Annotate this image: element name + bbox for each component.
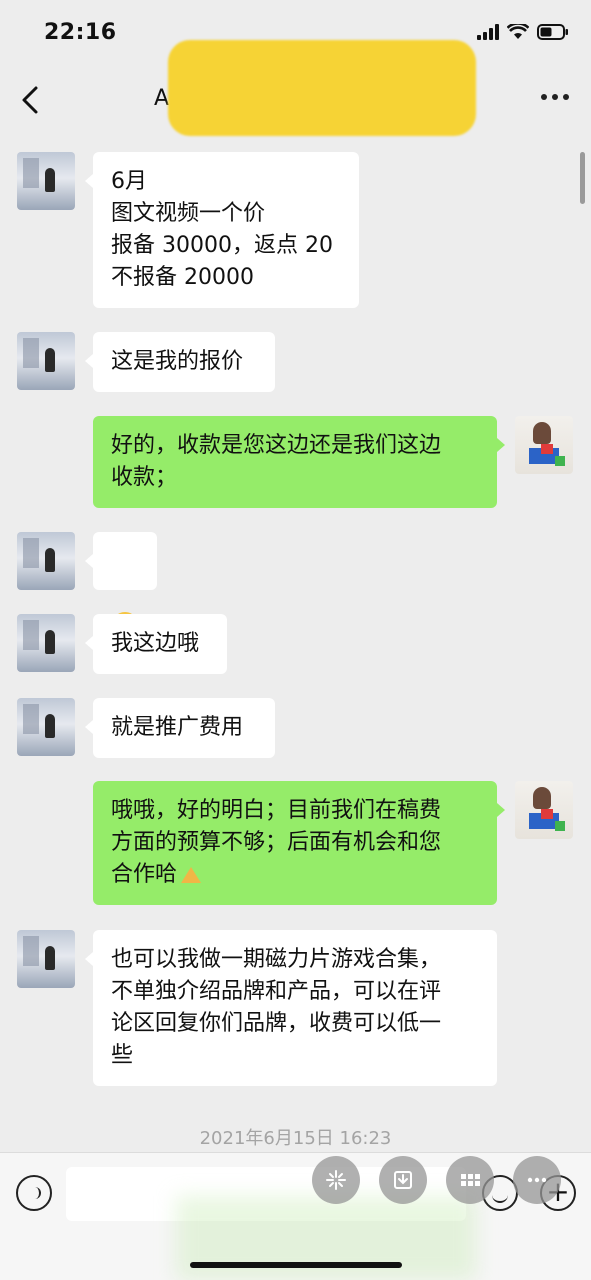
contact-avatar[interactable] — [17, 332, 75, 390]
message-bubble-emoji[interactable] — [85, 532, 157, 640]
redaction-mark — [168, 40, 476, 136]
sparkle-icon[interactable] — [312, 1156, 360, 1204]
message-bubble-self[interactable]: 好的，收款是您这边还是我们这边 收款； — [93, 416, 505, 508]
ellipsis-icon[interactable] — [541, 94, 569, 100]
more-icon[interactable] — [513, 1156, 561, 1204]
message-timestamp: 2021年6月15日 16:23 — [199, 1128, 392, 1149]
scrollbar[interactable] — [580, 152, 585, 204]
status-time: 22:16 — [44, 20, 117, 45]
chat-title: A — [154, 86, 170, 111]
message-bubble-self[interactable]: 哦哦，好的明白；目前我们在稿费 方面的预算不够；后面有机会和您 合作哈 — [93, 781, 505, 905]
battery-icon — [537, 24, 569, 40]
folded-hands-icon — [177, 859, 205, 885]
message-list[interactable]: 6月 图文视频一个价 报备 30000，返点 20 不报备 20000 这是我的… — [0, 136, 591, 1152]
home-indicator[interactable] — [190, 1262, 402, 1268]
message-bubble[interactable]: 这是我的报价 — [85, 332, 275, 392]
grid-icon[interactable] — [446, 1156, 494, 1204]
message-text: 哦哦，好的明白；目前我们在稿费 方面的预算不够；后面有机会和您 合作哈 — [111, 798, 442, 887]
message-bubble[interactable]: 也可以我做一期磁力片游戏合集， 不单独介绍品牌和产品，可以在评 论区回复你们品牌… — [85, 930, 497, 1086]
message-bubble[interactable]: 我这边哦 — [85, 614, 227, 674]
contact-avatar[interactable] — [17, 614, 75, 672]
signal-icon — [477, 24, 499, 40]
contact-avatar[interactable] — [17, 532, 75, 590]
wifi-icon — [507, 24, 529, 40]
download-icon[interactable] — [379, 1156, 427, 1204]
message-bubble[interactable]: 6月 图文视频一个价 报备 30000，返点 20 不报备 20000 — [85, 152, 359, 308]
contact-avatar[interactable] — [17, 930, 75, 988]
self-avatar[interactable] — [515, 416, 573, 474]
contact-avatar[interactable] — [17, 152, 75, 210]
chevron-left-icon[interactable] — [18, 84, 46, 116]
status-icons — [477, 24, 569, 40]
message-bubble[interactable]: 就是推广费用 — [85, 698, 275, 758]
contact-avatar[interactable] — [17, 698, 75, 756]
self-avatar[interactable] — [515, 781, 573, 839]
voice-icon[interactable] — [16, 1175, 52, 1211]
